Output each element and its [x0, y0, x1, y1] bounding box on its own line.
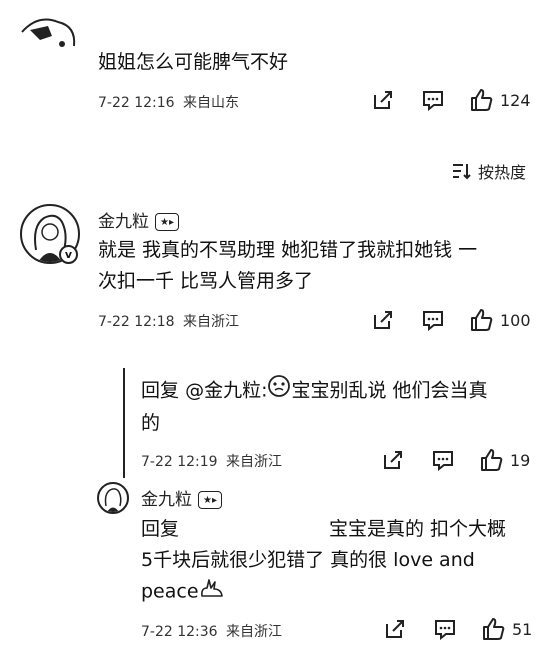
reply-text-start: 回复 — [141, 518, 180, 540]
thread-line — [123, 368, 125, 478]
comment-location: 来自山东 — [183, 95, 240, 111]
reply-location: 来自浙江 — [226, 454, 283, 470]
thumbs-up-icon — [482, 617, 506, 641]
reply-text: 回复 宝宝是真的 扣个大概 5千块后就很少犯错了 真的很 love and pea… — [141, 514, 506, 608]
thumbs-up-icon — [480, 448, 504, 472]
like-button[interactable]: 51 — [482, 617, 532, 641]
fan-badge-icon: ★▸ — [155, 213, 179, 231]
share-icon — [372, 89, 394, 111]
like-count: 100 — [500, 310, 531, 330]
username-text: 金九粒 — [98, 212, 149, 232]
username-text: 金九粒 — [141, 490, 192, 510]
reply-time: 7-22 12:36 — [141, 624, 218, 640]
reply-prefix: 回复 — [141, 379, 180, 402]
face-emoji-icon — [267, 374, 291, 408]
like-button[interactable]: 19 — [480, 448, 530, 472]
thumbs-up-icon — [470, 88, 494, 112]
comment-time: 7-22 12:18 — [98, 314, 175, 330]
comment-location: 来自浙江 — [183, 314, 240, 330]
comment-icon — [422, 309, 444, 331]
share-icon — [384, 618, 406, 640]
comment-time: 7-22 12:16 — [98, 95, 175, 111]
fan-badge-icon: ★▸ — [198, 491, 222, 509]
sort-icon — [452, 162, 472, 180]
reply-location: 来自浙江 — [226, 624, 283, 640]
like-button[interactable]: 100 — [470, 308, 531, 332]
reply-time: 7-22 12:19 — [141, 454, 218, 470]
reply-meta: 7-22 12:19 来自浙江 — [141, 451, 282, 471]
comment-meta: 7-22 12:18 来自浙江 — [98, 311, 239, 331]
verified-icon: v — [59, 245, 78, 264]
peace-hand-emoji-icon — [199, 576, 225, 608]
reply-meta: 7-22 12:36 来自浙江 — [141, 621, 282, 641]
username[interactable]: 金九粒 ★▸ — [98, 207, 179, 232]
share-icon — [372, 309, 394, 331]
like-button[interactable]: 124 — [470, 88, 531, 112]
reply-text-line: 的 — [141, 412, 161, 434]
mention-link[interactable]: @金九粒: — [185, 380, 267, 402]
comment-text-line: 就是 我真的不骂助理 她犯错了我就扣她钱 一 — [98, 239, 478, 261]
thumbs-up-icon — [470, 308, 494, 332]
reply-text-end: 宝宝是真的 扣个大概 — [329, 518, 507, 540]
avatar[interactable] — [97, 482, 129, 514]
reply-text-line: 回复 宝宝是真的 扣个大概 — [141, 514, 506, 545]
sort-by-hot-button[interactable]: 按热度 — [452, 159, 526, 183]
like-count: 19 — [510, 450, 531, 470]
comment-button[interactable] — [434, 618, 456, 640]
reply-text: 回复 @金九粒: 宝宝别乱说 他们会当真 的 — [141, 374, 488, 439]
comment-text: 就是 我真的不骂助理 她犯错了我就扣她钱 一 次扣一千 比骂人管用多了 — [98, 235, 477, 297]
share-button[interactable] — [382, 449, 404, 471]
comment-icon — [432, 449, 454, 471]
reply-text-line: 回复 @金九粒: 宝宝别乱说 他们会当真 — [141, 374, 488, 408]
comment-button[interactable] — [432, 449, 454, 471]
comment-button[interactable] — [422, 89, 444, 111]
share-button[interactable] — [384, 618, 406, 640]
reply-text-line: peace — [141, 576, 506, 608]
reply-text-end-line: peace — [141, 580, 199, 603]
comment-text-line: 次扣一千 比骂人管用多了 — [98, 270, 314, 292]
avatar[interactable] — [18, 12, 80, 64]
like-count: 124 — [500, 90, 531, 110]
comment-icon — [434, 618, 456, 640]
comment-icon — [422, 89, 444, 111]
comment-button[interactable] — [422, 309, 444, 331]
like-count: 51 — [512, 619, 533, 639]
share-button[interactable] — [372, 309, 394, 331]
reply-text-line: 5千块后就很少犯错了 真的很 love and — [141, 549, 475, 571]
username[interactable]: 金九粒 ★▸ — [141, 485, 222, 510]
share-icon — [382, 449, 404, 471]
reply-text-rest: 宝宝别乱说 他们会当真 — [291, 379, 488, 402]
comment-text: 姐姐怎么可能脾气不好 — [98, 51, 289, 73]
share-button[interactable] — [372, 89, 394, 111]
sort-label: 按热度 — [478, 163, 527, 182]
comment-meta: 7-22 12:16 来自山东 — [98, 92, 239, 112]
